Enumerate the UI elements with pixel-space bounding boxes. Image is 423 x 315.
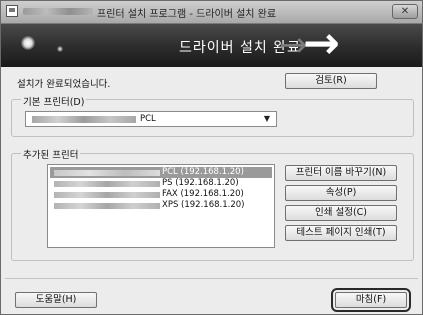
header-banner: 드라이버 설치 완료 → → bbox=[1, 24, 422, 67]
help-button[interactable]: 도움말(H) bbox=[15, 292, 97, 308]
printer-item-label: PCL (192.168.1.20) bbox=[162, 167, 244, 177]
default-printer-value: PCL bbox=[140, 114, 156, 124]
printer-item-label: FAX (192.168.1.20) bbox=[162, 189, 244, 199]
rename-printer-button[interactable]: 프린터 이름 바꾸기(N) bbox=[285, 165, 397, 181]
redacted-printer-name bbox=[54, 181, 160, 187]
added-printers-label: 추가된 프린터 bbox=[21, 147, 81, 161]
printer-item-label: PS (192.168.1.20) bbox=[162, 178, 239, 188]
printer-item-label: XPS (192.168.1.20) bbox=[162, 200, 245, 210]
glow-dot-decoration bbox=[57, 46, 63, 52]
redacted-printer-name bbox=[54, 192, 160, 198]
review-button[interactable]: 검토(R) bbox=[285, 73, 377, 89]
window-title: 프린터 설치 프로그램 - 드라이버 설치 완료 bbox=[97, 9, 277, 20]
redacted-app-name bbox=[23, 8, 93, 15]
list-item-printer-xps[interactable]: XPS (192.168.1.20) bbox=[50, 200, 272, 211]
finish-button[interactable]: 마침(F) bbox=[331, 288, 411, 312]
default-printer-dropdown[interactable]: PCL ▼ bbox=[25, 111, 277, 127]
printer-app-icon bbox=[6, 5, 18, 17]
properties-button[interactable]: 속성(P) bbox=[285, 185, 397, 201]
list-item-printer-pcl[interactable]: PCL (192.168.1.20) bbox=[50, 167, 272, 178]
installer-window: 프린터 설치 프로그램 - 드라이버 설치 완료 ✕ 드라이버 설치 완료 → … bbox=[0, 0, 423, 315]
redacted-printer-name bbox=[32, 116, 136, 123]
status-text: 설치가 완료되었습니다. bbox=[17, 79, 111, 90]
print-settings-button[interactable]: 인쇄 설정(C) bbox=[285, 205, 397, 221]
test-page-button[interactable]: 테스트 페이지 인쇄(T) bbox=[285, 225, 397, 241]
redacted-printer-name bbox=[54, 203, 160, 209]
arrow-right-icon: → bbox=[303, 24, 340, 67]
close-button[interactable]: ✕ bbox=[392, 4, 418, 19]
footer-divider bbox=[5, 278, 418, 279]
chevron-down-icon: ▼ bbox=[263, 114, 270, 123]
redacted-printer-name bbox=[54, 170, 160, 176]
added-printers-list[interactable]: PCL (192.168.1.20) PS (192.168.1.20) FAX… bbox=[47, 164, 275, 248]
glow-orb-decoration bbox=[21, 36, 35, 50]
default-printer-label: 기본 프린터(D) bbox=[21, 94, 87, 108]
list-item-printer-fax[interactable]: FAX (192.168.1.20) bbox=[50, 189, 272, 200]
title-bar[interactable]: 프린터 설치 프로그램 - 드라이버 설치 완료 ✕ bbox=[1, 1, 422, 24]
list-item-printer-ps[interactable]: PS (192.168.1.20) bbox=[50, 178, 272, 189]
